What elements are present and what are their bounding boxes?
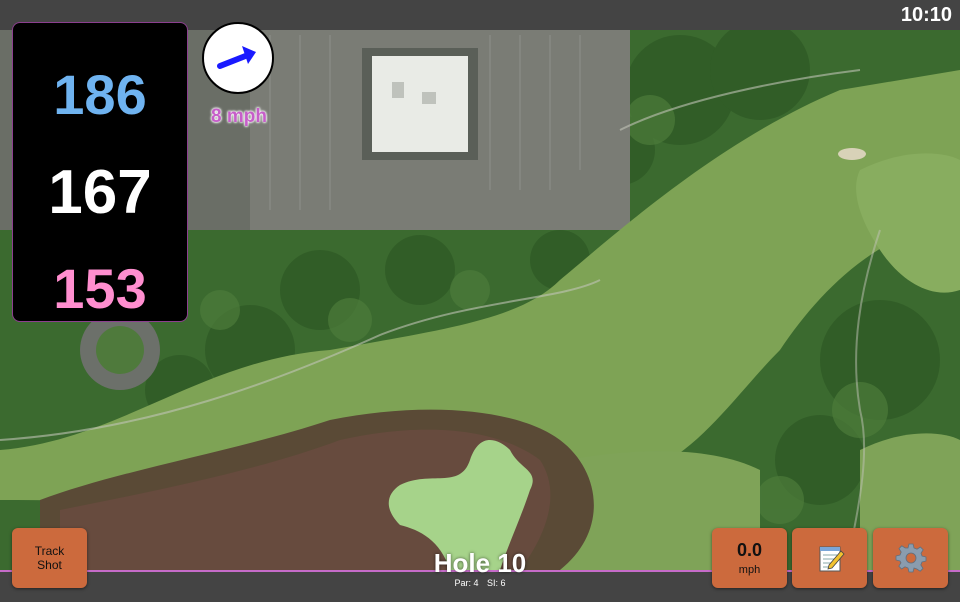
distance-back: 186	[53, 63, 147, 126]
gear-icon	[895, 543, 926, 573]
distance-panel: 186 167 153	[12, 22, 188, 322]
notes-button[interactable]	[792, 528, 867, 588]
wind-indicator	[202, 22, 274, 94]
settings-button[interactable]	[873, 528, 948, 588]
speed-value: 0.0	[736, 539, 763, 560]
wind-speed: 8 mph	[211, 106, 267, 127]
track-shot-button[interactable]: Track Shot	[12, 528, 87, 588]
hole-title: Hole 10	[433, 548, 527, 578]
speed-button[interactable]: 0.0 mph	[712, 528, 787, 588]
hole-stroke-index: SI: 6	[487, 578, 506, 588]
clock: 10:10	[900, 4, 952, 26]
track-shot-label-line2: Shot	[37, 558, 62, 572]
distance-front: 153	[53, 257, 147, 320]
notepad-icon	[819, 546, 845, 572]
arrow-icon	[217, 46, 256, 69]
track-shot-label-line1: Track	[34, 544, 65, 558]
hole-par: Par: 4	[454, 578, 479, 588]
hole-info: Par: 4 SI: 6	[380, 578, 580, 588]
speed-unit: mph	[738, 563, 761, 576]
distance-middle: 167	[48, 158, 152, 227]
